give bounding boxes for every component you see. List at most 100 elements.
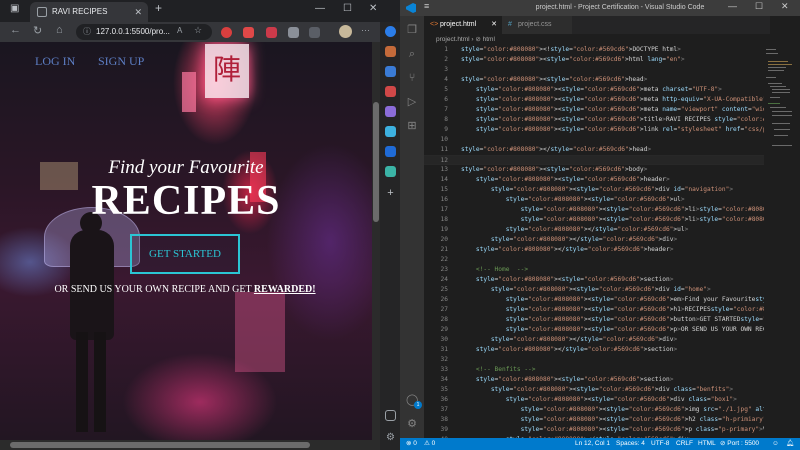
code-line[interactable]: 10 — [424, 135, 764, 145]
code-line[interactable]: 17 style="color:#808080"><style="color:#… — [424, 205, 764, 215]
code-text[interactable]: style="color:#808080"><style="color:#569… — [461, 175, 670, 185]
code-text[interactable]: style="color:#808080"><style="color:#569… — [461, 295, 764, 305]
code-line[interactable]: 22 — [424, 255, 764, 265]
code-line[interactable]: 2 style="color:#808080"><style="color:#56… — [424, 55, 764, 65]
code-text[interactable]: style="color:#808080"></style="color:#56… — [461, 235, 677, 245]
vscode-minimize-icon[interactable]: — — [728, 1, 737, 11]
scrollbar-thumb[interactable] — [373, 102, 379, 222]
url-field[interactable]: ⓘ 127.0.0.1:5500/pro... — [76, 24, 212, 40]
code-text[interactable]: <!-- Benfits --> — [461, 365, 536, 375]
errors-count[interactable]: ⊗ 0 — [406, 438, 417, 450]
breadcrumb[interactable]: project.html › ⊘ html — [424, 34, 770, 45]
code-line[interactable]: 28 style="color:#808080"><style="color:#… — [424, 315, 764, 325]
code-line[interactable]: 39 style="color:#808080"><style="color:#… — [424, 425, 764, 435]
extensions-view-icon[interactable]: ⊞ — [406, 120, 418, 132]
tab-close-icon[interactable]: ✕ — [491, 16, 497, 34]
extension-2-icon[interactable] — [243, 27, 254, 38]
code-editor[interactable]: 1 style="color:#808080"><!style="color:#5… — [424, 45, 764, 438]
code-line[interactable]: 33 <!-- Benfits --> — [424, 365, 764, 375]
editor-scrollbar[interactable] — [792, 45, 800, 438]
code-text[interactable]: style="color:#808080"><style="color:#569… — [461, 75, 647, 85]
code-text[interactable]: style="color:#808080"><style="color:#569… — [461, 275, 674, 285]
code-line[interactable]: 36 style="color:#808080"><style="color:#… — [424, 395, 764, 405]
code-text[interactable]: style="color:#808080"><style="color:#569… — [461, 205, 764, 215]
code-text[interactable]: style="color:#808080"><style="color:#569… — [461, 125, 764, 135]
code-text[interactable]: <!-- Home --> — [461, 265, 528, 275]
code-text[interactable]: style="color:#808080"><style="color:#569… — [461, 215, 764, 225]
more-menu-icon[interactable]: ⋯ — [361, 25, 370, 36]
code-line[interactable]: 14 style="color:#808080"><style="color:#… — [424, 175, 764, 185]
minimize-icon[interactable]: — — [315, 3, 325, 14]
get-started-button[interactable]: GET STARTED — [130, 234, 240, 274]
browser-tab[interactable]: RAVI RECIPES ✕ — [30, 2, 148, 22]
sidebar-settings-icon[interactable]: ⚙ — [385, 432, 396, 443]
feedback-icon[interactable]: ☺ — [772, 438, 779, 450]
code-text[interactable]: style="color:#808080"><style="color:#569… — [461, 375, 674, 385]
code-line[interactable]: 23 <!-- Home --> — [424, 265, 764, 275]
tab-project-html[interactable]: <> project.html ✕ — [424, 16, 502, 34]
code-line[interactable]: 16 style="color:#808080"><style="color:#… — [424, 195, 764, 205]
code-text[interactable]: style="color:#808080"><style="color:#569… — [461, 405, 764, 415]
maximize-icon[interactable]: ☐ — [343, 3, 352, 14]
cursor-position[interactable]: Ln 12, Col 1 — [575, 438, 610, 450]
code-line[interactable]: 6 style="color:#808080"><style="color:#5… — [424, 95, 764, 105]
code-text[interactable]: style="color:#808080"><style="color:#569… — [461, 395, 737, 405]
code-line[interactable]: 35 style="color:#808080"><style="color:#… — [424, 385, 764, 395]
favorites-icon[interactable]: ☆ — [194, 25, 202, 36]
code-text[interactable]: style="color:#808080"><style="color:#569… — [461, 325, 764, 335]
bing-icon[interactable] — [385, 26, 396, 37]
code-line[interactable]: 15 style="color:#808080"><style="color:#… — [424, 185, 764, 195]
close-window-icon[interactable]: ✕ — [369, 3, 377, 14]
code-line[interactable]: 12 — [424, 155, 764, 165]
code-line[interactable]: 13 style="color:#808080"><style="color:#5… — [424, 165, 764, 175]
read-aloud-icon[interactable]: A — [177, 26, 182, 35]
hide-sidebar-icon[interactable] — [385, 410, 396, 421]
code-line[interactable]: 4 style="color:#808080"><style="color:#56… — [424, 75, 764, 85]
drop-icon[interactable] — [385, 166, 396, 177]
code-line[interactable]: 21 style="color:#808080"></style="color:… — [424, 245, 764, 255]
page-vertical-scrollbar[interactable] — [372, 42, 380, 440]
new-tab-icon[interactable]: + — [155, 1, 162, 15]
encoding[interactable]: UTF-8 — [651, 438, 669, 450]
code-line[interactable]: 18 style="color:#808080"><style="color:#… — [424, 215, 764, 225]
code-text[interactable]: style="color:#808080"><style="color:#569… — [461, 85, 722, 95]
page-horizontal-scrollbar[interactable] — [0, 440, 380, 450]
code-line[interactable]: 19 style="color:#808080"></style="color:… — [424, 225, 764, 235]
scrollbar-thumb[interactable] — [10, 442, 310, 448]
profile-avatar[interactable] — [339, 25, 352, 38]
manage-gear-icon[interactable]: ⚙ — [406, 418, 418, 430]
code-line[interactable]: 37 style="color:#808080"><style="color:#… — [424, 405, 764, 415]
outlook-icon[interactable] — [385, 146, 396, 157]
home-icon[interactable]: ⌂ — [56, 24, 63, 36]
code-line[interactable]: 32 — [424, 355, 764, 365]
minimap[interactable] — [764, 45, 794, 155]
code-text[interactable]: style="color:#808080"><style="color:#569… — [461, 185, 733, 195]
warnings-count[interactable]: ⚠ 0 — [424, 438, 435, 450]
code-line[interactable]: 7 style="color:#808080"><style="color:#5… — [424, 105, 764, 115]
login-link[interactable]: LOG IN — [35, 54, 75, 69]
code-line[interactable]: 3 — [424, 65, 764, 75]
line-ending[interactable]: CRLF — [676, 438, 693, 450]
code-text[interactable]: style="color:#808080"><style="color:#569… — [461, 165, 647, 175]
code-line[interactable]: 38 style="color:#808080"><style="color:#… — [424, 415, 764, 425]
code-line[interactable]: 30 style="color:#808080"></style="color:… — [424, 335, 764, 345]
explorer-icon[interactable]: ❐ — [406, 24, 418, 36]
source-control-icon[interactable]: ⑂ — [406, 72, 418, 84]
code-line[interactable]: 1 style="color:#808080"><!style="color:#5… — [424, 45, 764, 55]
hamburger-menu-icon[interactable]: ≡ — [424, 1, 429, 11]
code-text[interactable]: style="color:#808080"></style="color:#56… — [461, 245, 674, 255]
code-line[interactable]: 31 style="color:#808080"></style="color:… — [424, 345, 764, 355]
office-icon[interactable] — [385, 126, 396, 137]
code-text[interactable]: style="color:#808080"><!style="color:#56… — [461, 45, 681, 55]
vscode-close-icon[interactable]: ✕ — [781, 1, 789, 12]
extension-1-icon[interactable] — [221, 27, 232, 38]
code-text[interactable]: style="color:#808080"><style="color:#569… — [461, 115, 764, 125]
signup-link[interactable]: SIGN UP — [98, 54, 144, 69]
code-line[interactable]: 29 style="color:#808080"><style="color:#… — [424, 325, 764, 335]
run-debug-icon[interactable]: ▷ — [406, 96, 418, 108]
code-text[interactable]: style="color:#808080"></style="color:#56… — [461, 145, 651, 155]
vscode-maximize-icon[interactable]: ☐ — [755, 1, 763, 12]
code-line[interactable]: 26 style="color:#808080"><style="color:#… — [424, 295, 764, 305]
code-text[interactable]: style="color:#808080"><style="color:#569… — [461, 95, 764, 105]
code-text[interactable]: style="color:#808080"><style="color:#569… — [461, 315, 764, 325]
